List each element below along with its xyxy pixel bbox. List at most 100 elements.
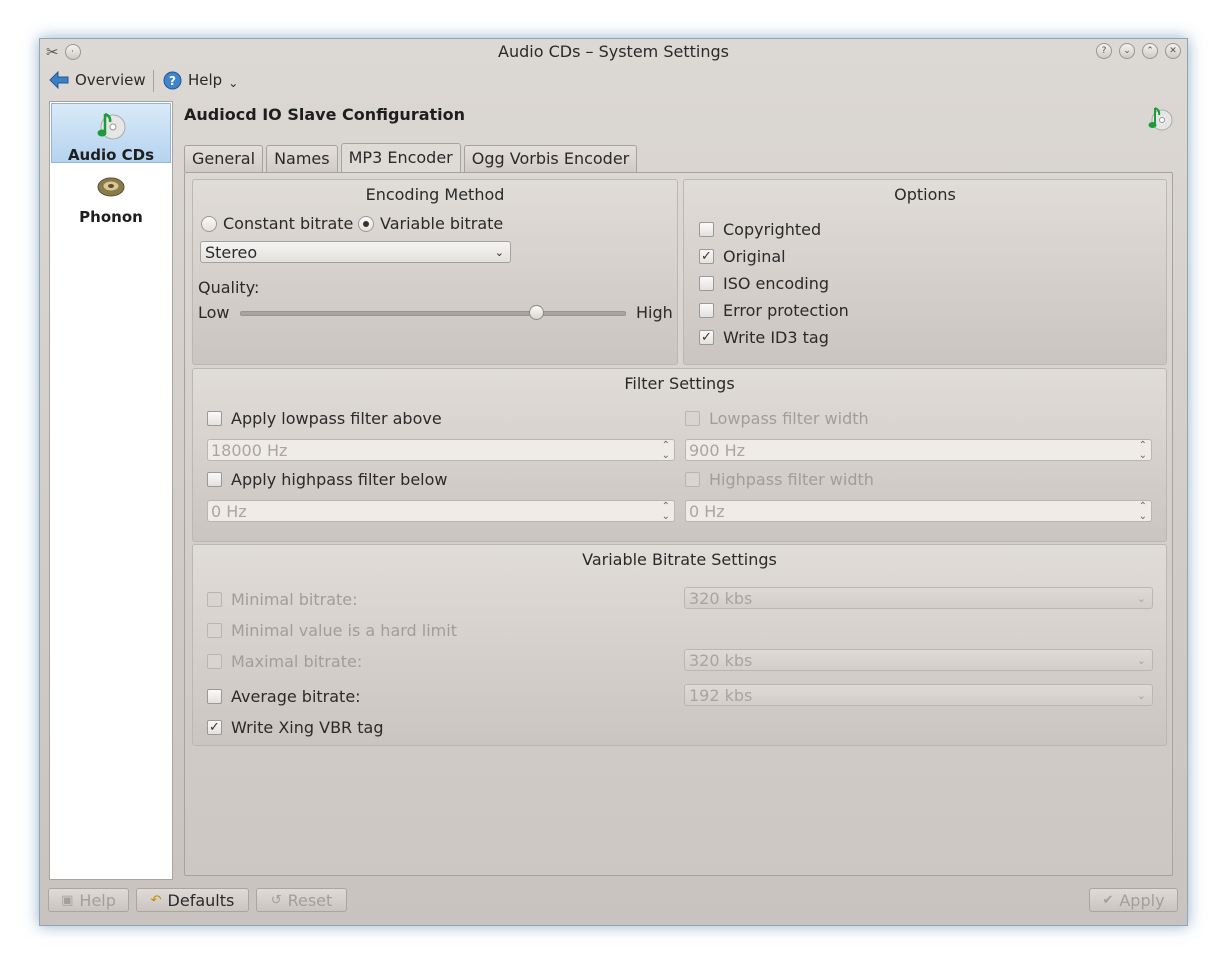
encoding-method-group: Encoding Method Constant bitrate Variabl…: [192, 179, 678, 365]
checkbox-box: [207, 472, 222, 487]
button-label: Defaults: [167, 890, 235, 910]
checkbox-box: [699, 303, 714, 318]
maximize-icon[interactable]: ⌃: [1142, 43, 1158, 59]
filter-settings-group: Filter Settings Apply lowpass filter abo…: [192, 368, 1167, 542]
checkbox-label: Copyrighted: [723, 220, 822, 239]
minimal-bitrate-select[interactable]: 320 kbs ⌄: [684, 587, 1153, 609]
checkmark-icon: ✓: [699, 249, 714, 264]
spin-arrows-icon: ⌃ ⌄: [661, 440, 670, 461]
checkbox-label: Write ID3 tag: [723, 328, 829, 347]
chevron-down-icon: ⌄: [1136, 654, 1146, 667]
checkbox-box: [207, 689, 222, 704]
quality-low-label: Low: [198, 303, 230, 322]
checkbox-box: [699, 276, 714, 291]
tab-bar: General Names MP3 Encoder Ogg Vorbis Enc…: [184, 143, 640, 173]
channel-mode-select[interactable]: Stereo ⌄: [200, 241, 511, 263]
lowpass-width-spinbox[interactable]: 900 Hz ⌃ ⌄: [685, 439, 1152, 461]
minimize-icon[interactable]: ⌄: [1119, 43, 1135, 59]
sidebar-item-audio-cds[interactable]: Audio CDs: [51, 103, 171, 164]
checkbox-label: Minimal bitrate:: [231, 590, 358, 609]
group-title: Options: [894, 185, 956, 204]
chevron-down-icon: ⌄: [1136, 592, 1146, 605]
speaker-icon: [97, 177, 125, 197]
spin-value: 0 Hz: [689, 502, 725, 521]
checkbox-box: [207, 623, 222, 638]
checkbox-label: Maximal bitrate:: [231, 652, 363, 671]
checkbox-box: [685, 411, 700, 426]
defaults-button[interactable]: ↶ Defaults: [136, 888, 249, 912]
checkbox-label: Apply lowpass filter above: [231, 409, 442, 428]
checkbox-box: [685, 472, 700, 487]
original-checkbox[interactable]: ✓ Original: [699, 247, 786, 266]
quality-slider-track[interactable]: [240, 311, 626, 316]
main-content: Audiocd IO Slave Configuration General N…: [184, 101, 1179, 879]
close-icon[interactable]: ✕: [1165, 43, 1181, 59]
audio-cd-icon: [1148, 107, 1173, 131]
radio-circle: [201, 215, 217, 232]
checkmark-icon: ✓: [207, 720, 222, 735]
toolbar: Overview ? Help ⌄: [40, 66, 1187, 96]
checkbox-label: Error protection: [723, 301, 849, 320]
window-title: Audio CDs – System Settings: [498, 42, 729, 61]
checkbox-box: [207, 411, 222, 426]
sidebar-item-label: Phonon: [79, 208, 143, 226]
constant-bitrate-radio[interactable]: Constant bitrate: [201, 214, 353, 233]
average-bitrate-checkbox[interactable]: Average bitrate:: [207, 687, 361, 706]
checkmark-icon: ✔: [1102, 892, 1114, 908]
checkbox-label: ISO encoding: [723, 274, 830, 293]
error-protection-checkbox[interactable]: Error protection: [699, 301, 849, 320]
combo-value: 192 kbs: [689, 686, 753, 705]
checkbox-label: Apply highpass filter below: [231, 470, 448, 489]
variable-bitrate-group: Variable Bitrate Settings Minimal bitrat…: [192, 544, 1167, 746]
combo-value: 320 kbs: [689, 651, 753, 670]
lowpass-frequency-spinbox[interactable]: 18000 Hz ⌃ ⌄: [207, 439, 675, 461]
maximal-bitrate-select[interactable]: 320 kbs ⌄: [684, 649, 1153, 671]
highpass-filter-checkbox[interactable]: Apply highpass filter below: [207, 470, 447, 489]
button-label: Help: [79, 890, 116, 910]
radio-label: Variable bitrate: [380, 214, 504, 233]
hard-limit-checkbox[interactable]: Minimal value is a hard limit: [207, 621, 457, 640]
xing-vbr-tag-checkbox[interactable]: ✓ Write Xing VBR tag: [207, 718, 383, 737]
help-button[interactable]: ▣ Help: [48, 888, 129, 912]
defaults-icon: ↶: [150, 892, 162, 908]
help-label: Help: [188, 71, 223, 89]
checkbox-label: Lowpass filter width: [709, 409, 869, 428]
iso-encoding-checkbox[interactable]: ISO encoding: [699, 274, 829, 293]
minimal-bitrate-checkbox[interactable]: Minimal bitrate:: [207, 590, 358, 609]
highpass-frequency-spinbox[interactable]: 0 Hz ⌃ ⌄: [207, 500, 675, 522]
checkbox-box: [207, 592, 222, 607]
write-id3-tag-checkbox[interactable]: ✓ Write ID3 tag: [699, 328, 829, 347]
highpass-width-checkbox[interactable]: Highpass filter width: [685, 470, 874, 489]
highpass-width-spinbox[interactable]: 0 Hz ⌃ ⌄: [685, 500, 1152, 522]
quality-slider-handle[interactable]: [528, 305, 544, 320]
tab-mp3-encoder[interactable]: MP3 Encoder: [340, 143, 461, 172]
tab-names[interactable]: Names: [266, 145, 338, 172]
lowpass-width-checkbox[interactable]: Lowpass filter width: [685, 409, 869, 428]
help-doc-icon: ▣: [61, 892, 74, 908]
average-bitrate-select[interactable]: 192 kbs ⌄: [684, 684, 1153, 706]
tab-ogg-vorbis-encoder[interactable]: Ogg Vorbis Encoder: [463, 145, 638, 172]
checkbox-label: Original: [723, 247, 786, 266]
reset-button[interactable]: ↺ Reset: [256, 888, 347, 912]
maximal-bitrate-checkbox[interactable]: Maximal bitrate:: [207, 652, 362, 671]
quality-label: Quality:: [198, 278, 259, 297]
apply-button[interactable]: ✔ Apply: [1089, 888, 1178, 912]
options-group: Options Copyrighted ✓ Original ISO encod…: [683, 179, 1167, 365]
checkbox-label: Average bitrate:: [231, 687, 361, 706]
sidebar-item-phonon[interactable]: Phonon: [51, 166, 171, 226]
tab-general[interactable]: General: [184, 145, 264, 172]
copyrighted-checkbox[interactable]: Copyrighted: [699, 220, 821, 239]
svg-text:?: ?: [169, 74, 176, 88]
combo-value: 320 kbs: [689, 589, 753, 608]
group-title: Encoding Method: [365, 185, 505, 204]
variable-bitrate-radio[interactable]: Variable bitrate: [358, 214, 503, 233]
help-menu-button[interactable]: ? Help ⌄: [163, 68, 238, 92]
checkbox-box: [699, 222, 714, 237]
overview-label: Overview: [75, 71, 146, 89]
lowpass-filter-checkbox[interactable]: Apply lowpass filter above: [207, 409, 442, 428]
help-window-icon[interactable]: ?: [1096, 43, 1112, 59]
overview-button[interactable]: Overview: [49, 68, 146, 92]
title-bar[interactable]: ✂ · Audio CDs – System Settings ? ⌄ ⌃ ✕: [40, 39, 1187, 65]
system-settings-window: ✂ · Audio CDs – System Settings ? ⌄ ⌃ ✕ …: [39, 38, 1188, 926]
group-title: Filter Settings: [624, 374, 735, 393]
